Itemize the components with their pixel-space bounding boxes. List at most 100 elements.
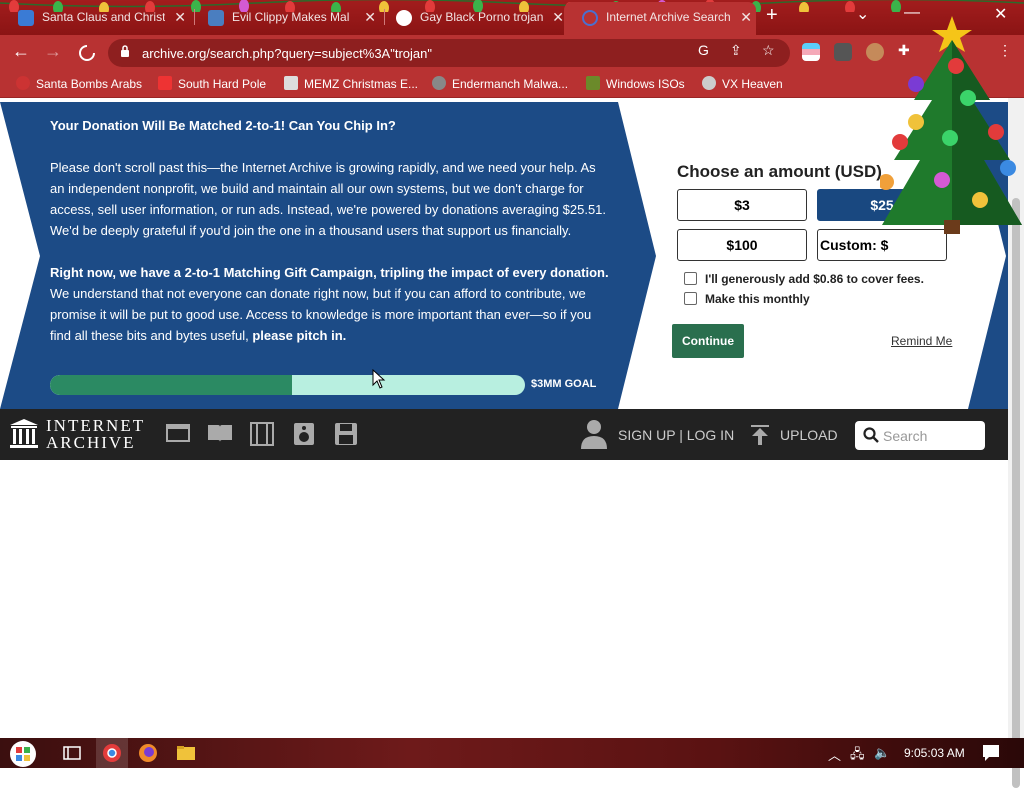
stop-loading-icon[interactable]: [78, 44, 96, 62]
close-tab-icon[interactable]: ✕: [174, 2, 186, 32]
lock-icon[interactable]: [120, 45, 130, 57]
monthly-label: Make this monthly: [705, 292, 810, 306]
custom-amount-field[interactable]: Custom: $: [817, 229, 947, 261]
amount-3-button[interactable]: $3: [677, 189, 807, 221]
bookmark-south-hard-pole[interactable]: South Hard Pole: [158, 76, 266, 91]
signup-login-link[interactable]: SIGN UP | LOG IN: [618, 427, 734, 443]
menu-dots-icon[interactable]: ⋮: [998, 42, 1012, 59]
scrollbar-thumb[interactable]: [1012, 198, 1020, 788]
user-icon[interactable]: [580, 418, 608, 450]
software-floppy-icon[interactable]: [334, 422, 358, 446]
tab-title: Evil Clippy Makes Mal: [232, 10, 350, 24]
donation-message: Your Donation Will Be Matched 2-to-1! Ca…: [50, 115, 610, 367]
browser-toolbar: ← → archive.org/search.php?query=subject…: [0, 35, 1024, 70]
bookmark-label: Santa Bombs Arabs: [36, 77, 143, 91]
donation-paragraph-1: Please don't scroll past this—the Intern…: [50, 160, 607, 238]
memz-icon: [284, 76, 298, 90]
youtube-favicon-icon: [18, 10, 34, 26]
snowflake-icon: [158, 76, 172, 90]
tree-icon: [586, 76, 600, 90]
search-icon: [863, 427, 879, 443]
upload-icon[interactable]: [750, 424, 770, 446]
monthly-checkbox[interactable]: Make this monthly: [684, 292, 810, 306]
donation-banner: Your Donation Will Be Matched 2-to-1! Ca…: [0, 102, 1008, 409]
new-tab-button[interactable]: +: [766, 4, 778, 27]
share-icon[interactable]: ⇪: [730, 42, 742, 59]
santa-icon: [16, 76, 30, 90]
bookmark-memz[interactable]: MEMZ Christmas E...: [284, 76, 418, 91]
logo-line-2: ARCHIVE: [46, 433, 136, 452]
url-text[interactable]: archive.org/search.php?query=subject%3A"…: [142, 46, 432, 61]
page-favicon-icon: [208, 10, 224, 26]
close-window-icon[interactable]: ✕: [994, 4, 1007, 24]
close-tab-icon[interactable]: ✕: [552, 2, 564, 32]
extensions-puzzle-icon[interactable]: ✚: [898, 42, 910, 59]
clock[interactable]: 9:05:03 AM: [904, 746, 965, 760]
continue-button[interactable]: Continue: [672, 324, 744, 358]
network-icon[interactable]: 🖧: [850, 745, 865, 767]
bookmark-label: South Hard Pole: [178, 77, 267, 91]
remind-me-link[interactable]: Remind Me: [891, 334, 952, 348]
minimize-icon[interactable]: —: [904, 4, 920, 22]
donation-progress-bar: [50, 375, 525, 395]
bookmark-endermanch[interactable]: Endermanch Malwa...: [432, 76, 568, 91]
search-input[interactable]: Search: [855, 421, 985, 450]
archive-building-icon[interactable]: [10, 419, 38, 449]
tab-santa-claus[interactable]: Santa Claus and Christ ✕: [0, 2, 190, 35]
file-explorer-icon[interactable]: [176, 743, 196, 763]
tray-chevron-icon[interactable]: ︿: [828, 745, 841, 764]
bookmark-vx-heaven[interactable]: VX Heaven: [702, 76, 783, 91]
close-tab-icon[interactable]: ✕: [740, 2, 752, 32]
vx-heaven-icon: [702, 76, 716, 90]
logo-line-1: INTERNET: [46, 416, 146, 435]
bookmark-santa-bombs[interactable]: Santa Bombs Arabs: [16, 76, 142, 91]
tab-title: Santa Claus and Christ: [42, 10, 166, 24]
vertical-scrollbar[interactable]: [1008, 98, 1024, 788]
close-tab-icon[interactable]: ✕: [364, 2, 376, 32]
notifications-icon[interactable]: [982, 744, 1000, 762]
tab-search-chevron-icon[interactable]: ⌄: [856, 4, 869, 24]
texts-book-icon[interactable]: [207, 422, 233, 444]
bookmark-windows-isos[interactable]: Windows ISOs: [586, 76, 685, 91]
tab-strip: Santa Claus and Christ ✕ Evil Clippy Mak…: [0, 0, 1024, 35]
upload-link[interactable]: UPLOAD: [780, 427, 838, 443]
chrome-taskbar-icon[interactable]: [102, 743, 122, 763]
internet-archive-logo[interactable]: INTERNET ARCHIVE: [46, 417, 145, 451]
amount-25-button[interactable]: $25: [817, 189, 947, 221]
google-lens-icon[interactable]: G: [698, 42, 709, 58]
windows-taskbar: ︿ 🖧 🔈 9:05:03 AM: [0, 738, 1024, 768]
back-arrow-icon[interactable]: ←: [12, 41, 30, 62]
loading-spinner-icon: [582, 10, 598, 26]
tab-google-search[interactable]: Gay Black Porno trojan ✕: [378, 2, 568, 35]
pride-flag-extension-icon[interactable]: [802, 43, 820, 61]
profile-extension-icon[interactable]: [866, 43, 884, 61]
tab-evil-clippy[interactable]: Evil Clippy Makes Mal ✕: [190, 2, 380, 35]
donation-pitch-in: please pitch in.: [252, 328, 347, 343]
goal-label: $3MM GOAL: [531, 378, 597, 390]
firefox-taskbar-icon[interactable]: [138, 743, 158, 763]
task-view-icon[interactable]: [62, 743, 82, 763]
s-extension-icon[interactable]: [834, 43, 852, 61]
tab-title: Internet Archive Search: [606, 10, 731, 24]
checkbox-icon[interactable]: [684, 272, 697, 285]
bookmark-label: Windows ISOs: [606, 77, 685, 91]
progress-fill: [50, 375, 293, 395]
video-film-icon[interactable]: [250, 422, 274, 446]
volume-icon[interactable]: 🔈: [874, 745, 890, 761]
enderman-icon: [432, 76, 446, 90]
start-button-icon[interactable]: [8, 739, 38, 769]
search-placeholder: Search: [883, 428, 928, 444]
bookmark-star-icon[interactable]: ☆: [762, 42, 775, 59]
tab-internet-archive[interactable]: Internet Archive Search ✕: [564, 2, 756, 35]
cover-fees-checkbox[interactable]: I'll generously add $0.86 to cover fees.: [684, 272, 924, 286]
forward-arrow-icon[interactable]: →: [44, 41, 62, 62]
checkbox-icon[interactable]: [684, 292, 697, 305]
bookmark-label: MEMZ Christmas E...: [304, 77, 419, 91]
web-icon[interactable]: [166, 422, 190, 444]
audio-speaker-icon[interactable]: [293, 422, 315, 446]
mouse-cursor-icon: [372, 369, 386, 389]
address-bar[interactable]: archive.org/search.php?query=subject%3A"…: [108, 39, 790, 67]
ia-navbar: INTERNET ARCHIVE SIGN UP | LOG IN UPLOAD…: [0, 409, 1008, 460]
amount-100-button[interactable]: $100: [677, 229, 807, 261]
bookmarks-bar: Santa Bombs Arabs South Hard Pole MEMZ C…: [0, 70, 1024, 98]
